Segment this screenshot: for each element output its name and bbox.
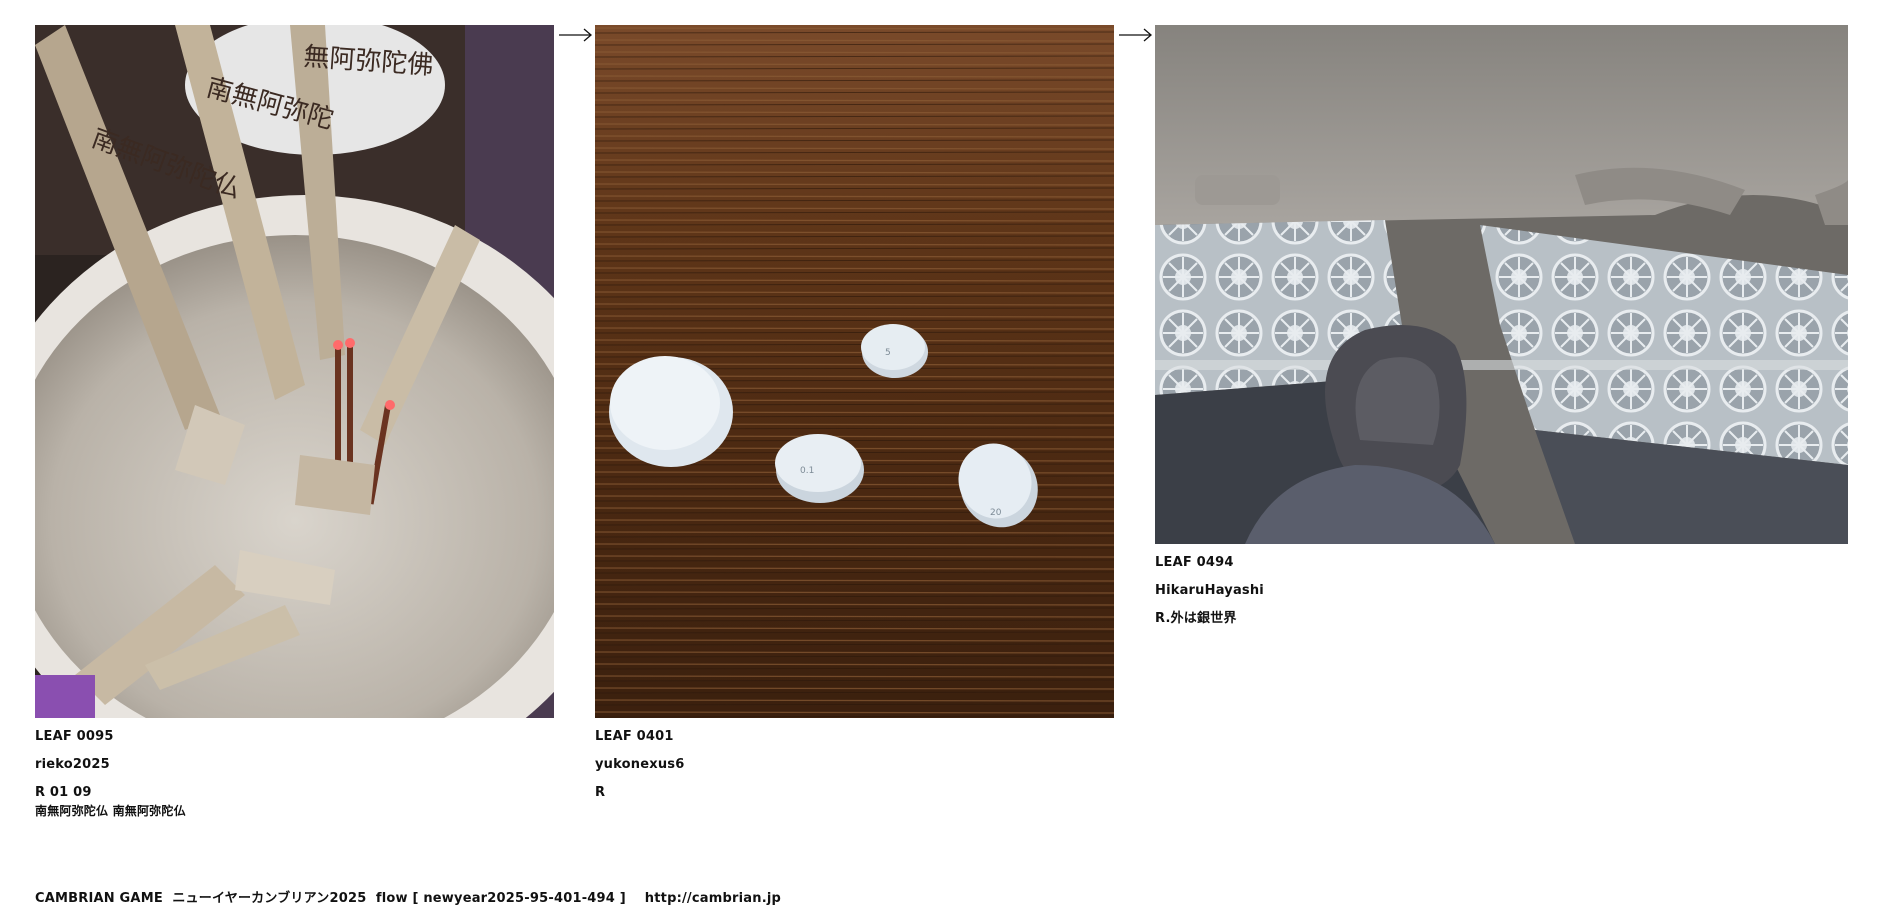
incense-burner-image: 南無阿弥陀仏 南無阿弥陀 無阿弥陀佛 bbox=[35, 25, 554, 718]
leaf-card-0095: 南無阿弥陀仏 南無阿弥陀 無阿弥陀佛 LEAF 0095 rieko2025 R… bbox=[35, 25, 554, 819]
leaf-photo-car-interior[interactable] bbox=[1155, 25, 1848, 544]
leaf-caption: LEAF 0095 rieko2025 R 01 09 南無阿弥陀仏 南無阿弥陀… bbox=[35, 729, 554, 819]
pills-on-table-image: 5 0.1 20 bbox=[595, 25, 1114, 718]
leaf-username[interactable]: HikaruHayashi bbox=[1155, 583, 1848, 599]
svg-text:20: 20 bbox=[990, 508, 1002, 518]
leaf-username[interactable]: yukonexus6 bbox=[595, 757, 1114, 773]
car-interior-image bbox=[1155, 25, 1848, 544]
leaf-reply: R.外は銀世界 bbox=[1155, 611, 1237, 626]
leaf-username[interactable]: rieko2025 bbox=[35, 757, 554, 773]
leaf-caption: LEAF 0494 HikaruHayashi R.外は銀世界 bbox=[1155, 555, 1848, 627]
leaf-id[interactable]: LEAF 0494 bbox=[1155, 555, 1848, 571]
leaf-photo-incense-burner[interactable]: 南無阿弥陀仏 南無阿弥陀 無阿弥陀佛 bbox=[35, 25, 554, 718]
leaf-card-0401: 5 0.1 20 LEAF 0401 yukonexus6 R bbox=[595, 25, 1114, 801]
arrow-right-icon bbox=[1119, 28, 1152, 42]
svg-text:0.1: 0.1 bbox=[800, 466, 814, 476]
leaf-card-0494: LEAF 0494 HikaruHayashi R.外は銀世界 bbox=[1155, 25, 1848, 627]
site-footer[interactable]: CAMBRIAN GAME ニューイヤーカンブリアン2025 flow [ ne… bbox=[35, 887, 781, 906]
svg-text:5: 5 bbox=[885, 348, 891, 358]
leaf-id[interactable]: LEAF 0095 bbox=[35, 729, 554, 745]
leaf-photo-pills[interactable]: 5 0.1 20 bbox=[595, 25, 1114, 718]
leaf-reply: R bbox=[595, 785, 606, 800]
leaf-id[interactable]: LEAF 0401 bbox=[595, 729, 1114, 745]
leaf-reply: R 01 09 bbox=[35, 785, 92, 800]
arrow-right-icon bbox=[559, 28, 592, 42]
leaf-note: 南無阿弥陀仏 南無阿弥陀仏 bbox=[35, 804, 186, 818]
leaf-caption: LEAF 0401 yukonexus6 R bbox=[595, 729, 1114, 801]
